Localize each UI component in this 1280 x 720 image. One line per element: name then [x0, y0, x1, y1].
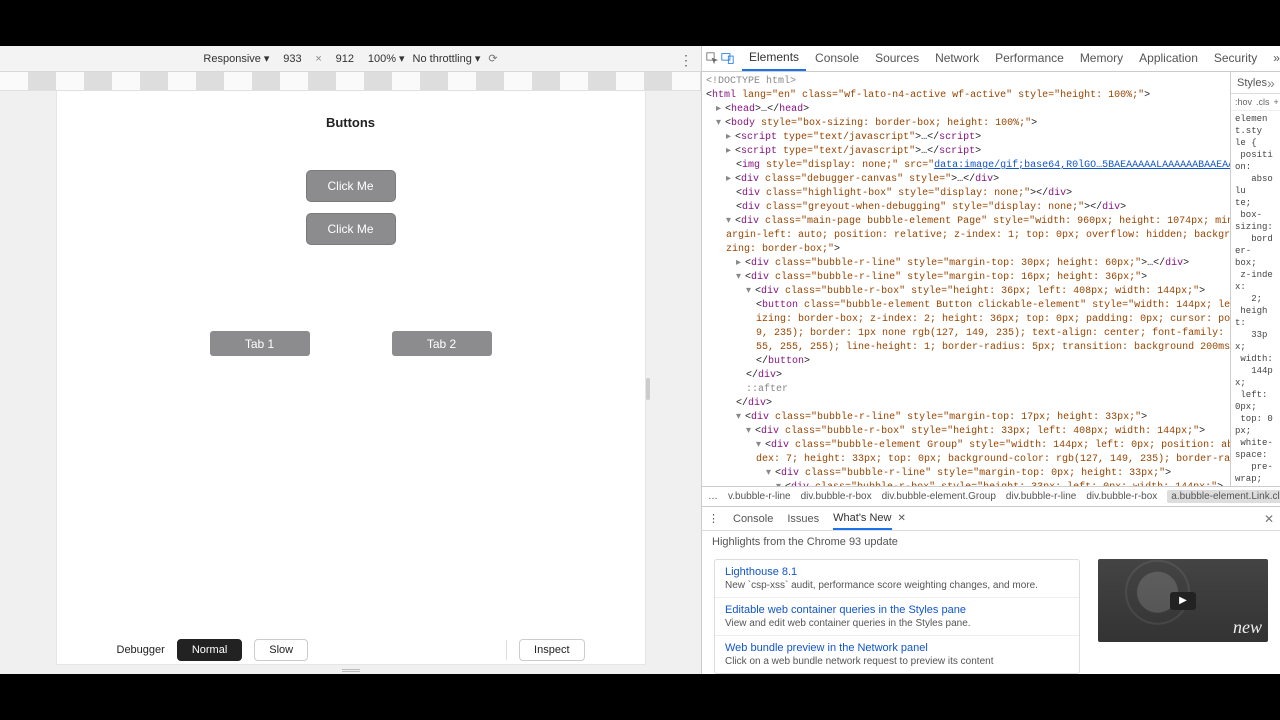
tab-sources[interactable]: Sources: [868, 46, 926, 71]
zoom-select[interactable]: 100% ▾: [368, 52, 405, 65]
styles-pane: Styles» :hov .cls + element.sty le { posit…: [1230, 72, 1280, 486]
resize-handle[interactable]: [646, 378, 650, 400]
device-toolbar: Responsive ▾ 933 × 912 100% ▾ No throttl…: [0, 46, 701, 72]
drawer-tab-close-icon[interactable]: ✕: [898, 513, 906, 524]
whatsnew-list: Lighthouse 8.1New `csp-xss` audit, perfo…: [714, 559, 1080, 674]
tab-application[interactable]: Application: [1132, 46, 1205, 71]
speed-normal-button[interactable]: Normal: [177, 639, 242, 661]
video-label: new: [1233, 617, 1262, 638]
breadcrumb[interactable]: … v.bubble-r-line div.bubble-r-box div.b…: [702, 486, 1280, 506]
tab-memory[interactable]: Memory: [1073, 46, 1130, 71]
device-toggle-icon[interactable]: [721, 51, 734, 67]
whatsnew-item[interactable]: Web bundle preview in the Network panelC…: [715, 636, 1079, 673]
click-me-button-1[interactable]: Click Me: [306, 170, 396, 202]
styles-tab[interactable]: Styles: [1237, 77, 1267, 89]
inspect-button[interactable]: Inspect: [519, 639, 584, 661]
whatsnew-item[interactable]: Lighthouse 8.1New `csp-xss` audit, perfo…: [715, 560, 1079, 598]
throttling-select[interactable]: No throttling ▾: [413, 52, 481, 65]
drawer-menu-icon[interactable]: ⋮: [708, 512, 719, 525]
tab-elements[interactable]: Elements: [742, 46, 806, 71]
cls-toggle[interactable]: .cls: [1256, 97, 1270, 107]
devtools-toolbar: Elements Console Sources Network Perform…: [702, 46, 1280, 72]
ruler: [0, 72, 701, 91]
tab-performance[interactable]: Performance: [988, 46, 1071, 71]
style-rules[interactable]: element.sty le { position: absolu te; bo…: [1231, 111, 1280, 486]
drawer-close-icon[interactable]: ✕: [1264, 512, 1274, 526]
rotate-icon[interactable]: ⟳: [488, 52, 497, 65]
bottom-resize-handle[interactable]: [342, 669, 360, 672]
whatsnew-video[interactable]: ▶ new: [1098, 559, 1268, 642]
tab-1[interactable]: Tab 1: [210, 331, 310, 356]
tab-2[interactable]: Tab 2: [392, 331, 492, 356]
viewport-height-input[interactable]: 912: [330, 53, 360, 65]
drawer: ⋮ Console Issues What's New ✕ ✕ Highligh…: [702, 506, 1280, 674]
drawer-tab-console[interactable]: Console: [733, 513, 773, 525]
page-title: Buttons: [157, 115, 545, 130]
new-rule-icon[interactable]: +: [1274, 97, 1279, 107]
tab-security[interactable]: Security: [1207, 46, 1264, 71]
device-mode-select[interactable]: Responsive ▾: [203, 52, 269, 65]
rendered-page: Buttons Click Me Click Me Tab 1 Tab 2 De…: [57, 91, 645, 664]
whatsnew-item[interactable]: Editable web container queries in the St…: [715, 598, 1079, 636]
preview-viewport: Buttons Click Me Click Me Tab 1 Tab 2 De…: [0, 91, 701, 674]
hov-toggle[interactable]: :hov: [1235, 97, 1252, 107]
debugger-bar: Debugger Normal Slow Inspect: [117, 637, 585, 663]
elements-tree[interactable]: <!DOCTYPE html> <html lang="en" class="w…: [702, 72, 1230, 486]
styles-overflow-icon[interactable]: »: [1267, 75, 1275, 91]
device-bar-more-icon[interactable]: ⋮: [679, 52, 693, 69]
speed-slow-button[interactable]: Slow: [254, 639, 308, 661]
drawer-tab-whatsnew[interactable]: What's New: [833, 507, 891, 530]
tabs-overflow-icon[interactable]: »: [1266, 46, 1280, 71]
inspect-element-icon[interactable]: [706, 51, 719, 67]
whatsnew-subtitle: Highlights from the Chrome 93 update: [702, 531, 1280, 553]
dimension-separator: ×: [315, 53, 321, 65]
debugger-label: Debugger: [117, 644, 165, 656]
click-me-button-2[interactable]: Click Me: [306, 213, 396, 245]
drawer-tab-issues[interactable]: Issues: [787, 513, 819, 525]
play-icon[interactable]: ▶: [1170, 592, 1196, 610]
tab-console[interactable]: Console: [808, 46, 866, 71]
viewport-width-input[interactable]: 933: [277, 53, 307, 65]
tab-network[interactable]: Network: [928, 46, 986, 71]
